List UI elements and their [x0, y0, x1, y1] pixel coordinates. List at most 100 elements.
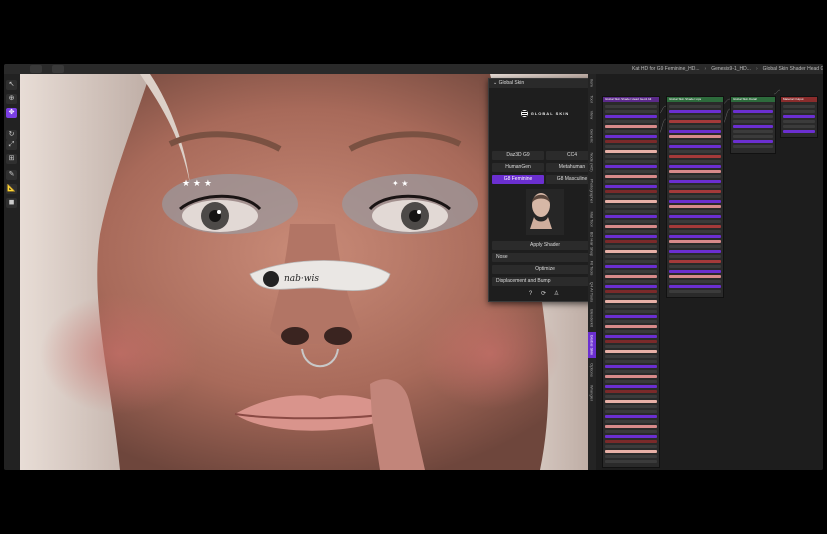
node-property-row[interactable]: [669, 165, 721, 168]
preset-option-button[interactable]: Daz3D G9: [492, 151, 544, 160]
node-property-row[interactable]: [669, 120, 721, 123]
node-property-row[interactable]: [605, 170, 657, 173]
node-property-row[interactable]: [605, 220, 657, 223]
preset-option-button[interactable]: G8 Masculine: [546, 175, 588, 184]
node-property-row[interactable]: [669, 170, 721, 173]
node-property-row[interactable]: [733, 130, 773, 133]
preset-option-button[interactable]: CC4: [546, 151, 588, 160]
node-property-row[interactable]: [605, 240, 657, 243]
node-property-row[interactable]: [605, 400, 657, 403]
node-property-row[interactable]: [605, 145, 657, 148]
node-property-row[interactable]: [605, 455, 657, 458]
preset-option-button[interactable]: G8 Feminine: [492, 175, 544, 184]
node-property-row[interactable]: [669, 185, 721, 188]
node-property-row[interactable]: [605, 245, 657, 248]
node-property-row[interactable]: [605, 200, 657, 203]
node-property-row[interactable]: [669, 200, 721, 203]
measure-tool-icon[interactable]: 📐: [6, 184, 17, 194]
apply-shader-button[interactable]: Apply Shader: [492, 241, 588, 250]
move-tool-icon[interactable]: ✥: [6, 108, 17, 118]
node-property-row[interactable]: [605, 215, 657, 218]
node-property-row[interactable]: [605, 285, 657, 288]
shader-node-editor[interactable]: Global Skin Shader Head Geo3 Alt Global …: [596, 74, 823, 470]
node-property-row[interactable]: [669, 285, 721, 288]
node-property-row[interactable]: [733, 115, 773, 118]
node-material-output[interactable]: Material Output: [780, 96, 818, 138]
node-property-row[interactable]: [605, 115, 657, 118]
node-property-row[interactable]: [783, 110, 815, 113]
node-property-row[interactable]: [605, 175, 657, 178]
scale-tool-icon[interactable]: ⤢: [6, 140, 17, 150]
node-property-row[interactable]: [605, 275, 657, 278]
node-property-row[interactable]: [605, 405, 657, 408]
node-property-row[interactable]: [669, 125, 721, 128]
node-property-row[interactable]: [669, 210, 721, 213]
node-property-row[interactable]: [669, 105, 721, 108]
node-property-row[interactable]: [669, 225, 721, 228]
node-property-row[interactable]: [605, 110, 657, 113]
node-property-row[interactable]: [783, 125, 815, 128]
node-property-row[interactable]: [605, 150, 657, 153]
node-property-row[interactable]: [605, 130, 657, 133]
node-property-row[interactable]: [605, 345, 657, 348]
help-icon[interactable]: ?: [527, 291, 534, 298]
node-property-row[interactable]: [669, 265, 721, 268]
node-property-row[interactable]: [605, 290, 657, 293]
preset-option-button[interactable]: HumanGen: [492, 163, 544, 172]
side-tab[interactable]: Wrangler: [588, 382, 596, 404]
collapse-icon[interactable]: ⌄: [493, 80, 499, 86]
region-select[interactable]: Nose ⌄: [492, 253, 588, 262]
node-property-row[interactable]: [605, 355, 657, 358]
node-property-row[interactable]: [605, 330, 657, 333]
node-property-row[interactable]: [605, 340, 657, 343]
preset-option-button[interactable]: Metahuman: [546, 163, 588, 172]
node-property-row[interactable]: [783, 120, 815, 123]
node-property-row[interactable]: [669, 270, 721, 273]
node-property-row[interactable]: [669, 180, 721, 183]
rotate-tool-icon[interactable]: ↻: [6, 130, 17, 140]
3d-viewport[interactable]: ★ ★ ★ ✦ ★ nab·wis ⌄ Global Skin GLOBAL S…: [20, 74, 588, 470]
node-property-row[interactable]: [605, 420, 657, 423]
node-property-row[interactable]: [605, 125, 657, 128]
node-property-row[interactable]: [605, 385, 657, 388]
person-icon[interactable]: ♙: [553, 291, 560, 298]
node-property-row[interactable]: [605, 105, 657, 108]
node-property-row[interactable]: [733, 135, 773, 138]
select-tool-icon[interactable]: ↖: [6, 80, 17, 90]
node-property-row[interactable]: [605, 360, 657, 363]
node-property-row[interactable]: [605, 395, 657, 398]
node-property-row[interactable]: [605, 325, 657, 328]
displacement-select[interactable]: Displacement and Bump ⌄: [492, 277, 588, 286]
node-property-row[interactable]: [669, 110, 721, 113]
node-property-row[interactable]: [605, 310, 657, 313]
node-property-row[interactable]: [605, 195, 657, 198]
node-property-row[interactable]: [733, 110, 773, 113]
node-property-row[interactable]: [669, 220, 721, 223]
node-property-row[interactable]: [605, 410, 657, 413]
header-dropdown-1[interactable]: [30, 65, 42, 73]
node-property-row[interactable]: [669, 130, 721, 133]
node-property-row[interactable]: [669, 280, 721, 283]
node-property-row[interactable]: [669, 260, 721, 263]
node-property-row[interactable]: [669, 235, 721, 238]
node-property-row[interactable]: [605, 185, 657, 188]
node-property-row[interactable]: [605, 210, 657, 213]
node-property-row[interactable]: [733, 140, 773, 143]
node-property-row[interactable]: [605, 270, 657, 273]
node-property-row[interactable]: [669, 250, 721, 253]
node-property-row[interactable]: [669, 150, 721, 153]
node-property-row[interactable]: [669, 160, 721, 163]
node-property-row[interactable]: [669, 215, 721, 218]
node-property-row[interactable]: [605, 350, 657, 353]
node-property-row[interactable]: [669, 190, 721, 193]
node-property-row[interactable]: [605, 305, 657, 308]
node-property-row[interactable]: [783, 115, 815, 118]
node-property-row[interactable]: [783, 105, 815, 108]
node-property-row[interactable]: [605, 180, 657, 183]
node-property-row[interactable]: [669, 145, 721, 148]
node-property-row[interactable]: [605, 155, 657, 158]
node-property-row[interactable]: [605, 440, 657, 443]
node-property-row[interactable]: [605, 265, 657, 268]
header-dropdown-2[interactable]: [52, 65, 64, 73]
node-property-row[interactable]: [605, 250, 657, 253]
